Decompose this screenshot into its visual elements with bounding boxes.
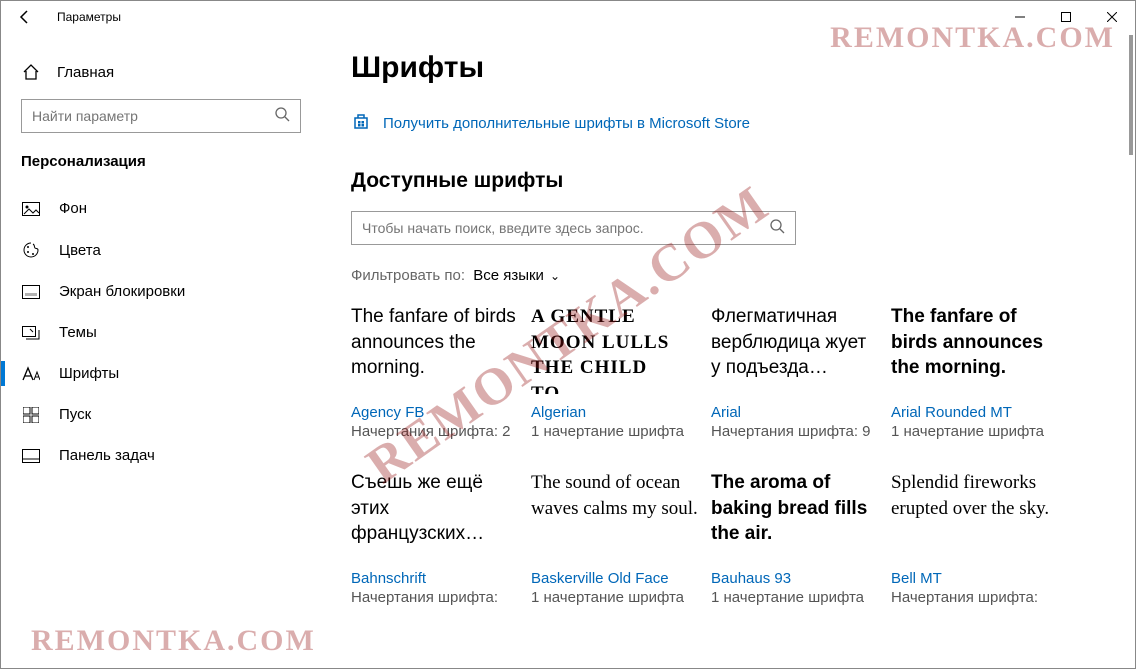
nav-label: Темы <box>59 324 97 341</box>
fonts-icon <box>21 366 41 382</box>
nav-lockscreen[interactable]: Экран блокировки <box>1 271 321 312</box>
font-faces: 1 начертание шрифта <box>891 423 1061 440</box>
font-card[interactable]: The aroma of baking bread fills the air.… <box>711 470 881 606</box>
sidebar: Главная Персонализация Фон Цвета Экран б… <box>1 33 321 668</box>
font-card[interactable]: The fanfare of birds announces the morni… <box>351 304 521 440</box>
font-name: Agency FB <box>351 404 521 421</box>
maximize-button[interactable] <box>1043 1 1089 33</box>
chevron-down-icon: ⌄ <box>550 269 560 283</box>
font-name: Bell MT <box>891 570 1061 587</box>
close-button[interactable] <box>1089 1 1135 33</box>
settings-search-input[interactable] <box>32 108 274 124</box>
nav-background[interactable]: Фон <box>1 188 321 229</box>
store-icon <box>351 111 371 135</box>
font-preview: A gentle moon lulls the child to… <box>531 304 701 394</box>
font-card[interactable]: Флегматичная верблюдица жует у подъезда…… <box>711 304 881 440</box>
nav-themes[interactable]: Темы <box>1 312 321 353</box>
category-title: Персонализация <box>1 153 321 188</box>
window-controls <box>997 1 1135 33</box>
font-card[interactable]: Съешь же ещё этих французских… Bahnschrif… <box>351 470 521 606</box>
nav-label: Шрифты <box>59 365 119 382</box>
back-button[interactable] <box>9 1 41 33</box>
search-icon <box>274 106 290 127</box>
font-preview: The sound of ocean waves calms my soul. <box>531 470 701 560</box>
font-faces: 1 начертание шрифта <box>711 589 881 606</box>
nav-taskbar[interactable]: Панель задач <box>1 435 321 476</box>
window-title: Параметры <box>57 10 121 24</box>
nav-colors[interactable]: Цвета <box>1 229 321 271</box>
font-name: Arial <box>711 404 881 421</box>
lockscreen-icon <box>21 285 41 299</box>
font-faces: 1 начертание шрифта <box>531 589 701 606</box>
font-faces: Начертания шрифта: 2 <box>351 423 521 440</box>
store-link[interactable]: Получить дополнительные шрифты в Microso… <box>351 111 1105 135</box>
minimize-button[interactable] <box>997 1 1043 33</box>
filter-dropdown[interactable]: Все языки⌄ <box>473 267 560 284</box>
home-label: Главная <box>57 64 114 81</box>
font-faces: Начертания шрифта: <box>351 589 521 606</box>
nav-label: Цвета <box>59 242 101 259</box>
nav-label: Фон <box>59 200 87 217</box>
page-title: Шрифты <box>351 51 1105 85</box>
font-card[interactable]: The sound of ocean waves calms my soul. B… <box>531 470 701 606</box>
start-icon <box>21 407 41 423</box>
nav-fonts[interactable]: Шрифты <box>1 353 321 394</box>
font-preview: The fanfare of birds announces the morni… <box>891 304 1061 394</box>
font-faces: 1 начертание шрифта <box>531 423 701 440</box>
nav-label: Панель задач <box>59 447 155 464</box>
filter-row: Фильтровать по: Все языки⌄ <box>351 267 1105 284</box>
store-link-text: Получить дополнительные шрифты в Microso… <box>383 115 750 132</box>
picture-icon <box>21 202 41 216</box>
font-faces: Начертания шрифта: 9 <box>711 423 881 440</box>
themes-icon <box>21 326 41 340</box>
home-nav[interactable]: Главная <box>1 51 321 93</box>
nav-label: Пуск <box>59 406 91 423</box>
settings-search[interactable] <box>21 99 301 133</box>
font-card[interactable]: The fanfare of birds announces the morni… <box>891 304 1061 440</box>
filter-label: Фильтровать по: <box>351 267 465 284</box>
font-preview: Флегматичная верблюдица жует у подъезда… <box>711 304 881 394</box>
scrollbar[interactable] <box>1129 35 1133 155</box>
palette-icon <box>21 241 41 259</box>
font-grid: The fanfare of birds announces the morni… <box>351 304 1105 606</box>
taskbar-icon <box>21 449 41 463</box>
font-search[interactable] <box>351 211 796 245</box>
nav-label: Экран блокировки <box>59 283 185 300</box>
font-name: Bauhaus 93 <box>711 570 881 587</box>
nav-start[interactable]: Пуск <box>1 394 321 435</box>
titlebar: Параметры <box>1 1 1135 33</box>
font-name: Algerian <box>531 404 701 421</box>
font-preview: The fanfare of birds announces the morni… <box>351 304 521 394</box>
font-name: Bahnschrift <box>351 570 521 587</box>
font-search-input[interactable] <box>362 220 769 236</box>
available-fonts-title: Доступные шрифты <box>351 169 1105 193</box>
search-icon <box>769 218 785 239</box>
main-content: Шрифты Получить дополнительные шрифты в … <box>321 33 1135 668</box>
font-preview: Splendid fireworks erupted over the sky. <box>891 470 1061 560</box>
font-card[interactable]: A gentle moon lulls the child to… Algeria… <box>531 304 701 440</box>
home-icon <box>21 63 41 81</box>
font-preview: The aroma of baking bread fills the air. <box>711 470 881 560</box>
font-faces: Начертания шрифта: <box>891 589 1061 606</box>
font-preview: Съешь же ещё этих французских… <box>351 470 521 560</box>
font-card[interactable]: Splendid fireworks erupted over the sky.… <box>891 470 1061 606</box>
font-name: Arial Rounded MT <box>891 404 1061 421</box>
font-name: Baskerville Old Face <box>531 570 701 587</box>
